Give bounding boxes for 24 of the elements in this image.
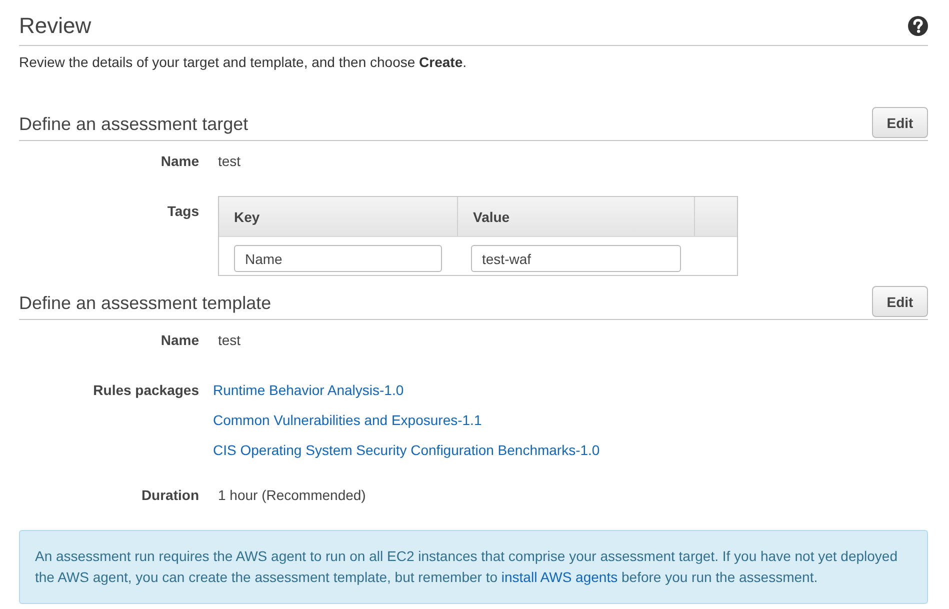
tag-key-field[interactable]: Name <box>234 245 442 272</box>
section-heading: Define an assessment target <box>19 113 248 136</box>
info-message: An assessment run requires the AWS agent to run on all EC2 instances that comprise your assessment target. If you have not yet deployed the AWS agent, you can create the assessment template, but remember to install AWS agents before you run the assessment. <box>35 547 898 587</box>
section-heading: Define an assessment template <box>19 292 272 315</box>
column-header: Value <box>458 197 695 236</box>
field-value: 1 hour (Recommended) <box>218 486 366 505</box>
rules-package-link[interactable]: Common Vulnerabilities and Exposures-1.1 <box>213 410 482 430</box>
field-label: Name <box>160 152 199 171</box>
field-value: test <box>218 331 241 350</box>
field-label: Name <box>160 331 199 350</box>
rules-package-link[interactable]: Runtime Behavior Analysis-1.0 <box>213 380 404 400</box>
field-label: Rules packages <box>92 381 199 400</box>
install-agents-link[interactable]: install AWS agents <box>501 569 618 585</box>
column-header: Key <box>219 197 458 236</box>
edit-button[interactable]: Edit <box>872 107 928 138</box>
tag-value-field[interactable]: test-waf <box>471 245 681 272</box>
rules-package-link[interactable]: CIS Operating System Security Configuration Benchmarks-1.0 <box>213 440 600 460</box>
field-label: Tags <box>166 202 199 221</box>
help-icon[interactable] <box>908 16 928 36</box>
edit-button[interactable]: Edit <box>872 286 928 317</box>
page-title: Review <box>19 12 92 40</box>
field-label: Duration <box>140 486 199 505</box>
intro-text: Review the details of your target and template, and then choose Create. <box>19 54 468 70</box>
field-value: test <box>218 152 241 171</box>
